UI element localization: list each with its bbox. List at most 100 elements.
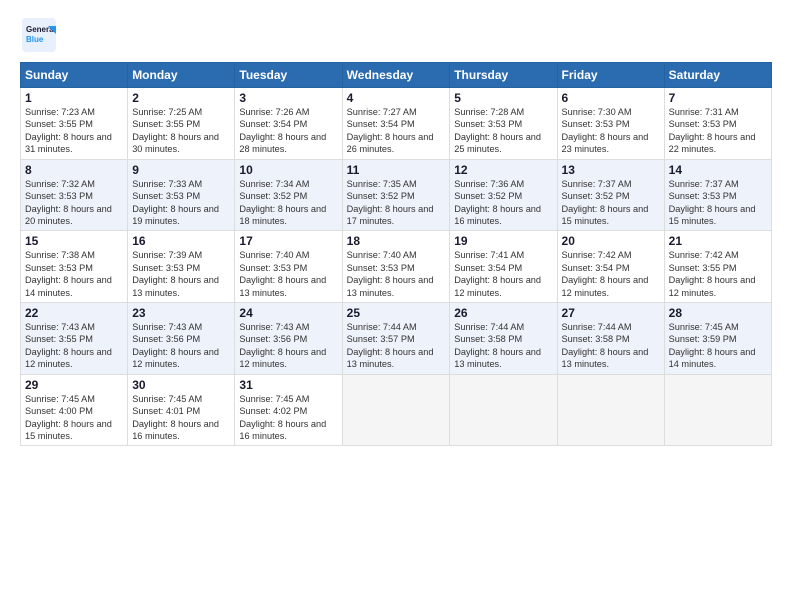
day-number: 9 [132, 163, 230, 177]
day-number: 16 [132, 234, 230, 248]
calendar-cell [342, 374, 450, 446]
day-number: 2 [132, 91, 230, 105]
day-number: 18 [347, 234, 446, 248]
calendar-cell: 12 Sunrise: 7:36 AMSunset: 3:52 PMDaylig… [450, 159, 557, 231]
calendar-cell: 30 Sunrise: 7:45 AMSunset: 4:01 PMDaylig… [128, 374, 235, 446]
day-number: 11 [347, 163, 446, 177]
day-number: 24 [239, 306, 337, 320]
day-number: 3 [239, 91, 337, 105]
calendar-cell: 5 Sunrise: 7:28 AMSunset: 3:53 PMDayligh… [450, 88, 557, 160]
day-number: 29 [25, 378, 123, 392]
cell-info: Sunrise: 7:45 AMSunset: 4:02 PMDaylight:… [239, 394, 326, 441]
cell-info: Sunrise: 7:28 AMSunset: 3:53 PMDaylight:… [454, 107, 541, 154]
calendar-cell: 17 Sunrise: 7:40 AMSunset: 3:53 PMDaylig… [235, 231, 342, 303]
day-number: 20 [562, 234, 660, 248]
cell-info: Sunrise: 7:44 AMSunset: 3:58 PMDaylight:… [454, 322, 541, 369]
day-number: 28 [669, 306, 767, 320]
day-number: 23 [132, 306, 230, 320]
cell-info: Sunrise: 7:37 AMSunset: 3:53 PMDaylight:… [669, 179, 756, 226]
cell-info: Sunrise: 7:30 AMSunset: 3:53 PMDaylight:… [562, 107, 649, 154]
day-number: 5 [454, 91, 552, 105]
calendar-cell: 15 Sunrise: 7:38 AMSunset: 3:53 PMDaylig… [21, 231, 128, 303]
calendar-cell: 14 Sunrise: 7:37 AMSunset: 3:53 PMDaylig… [664, 159, 771, 231]
cell-info: Sunrise: 7:33 AMSunset: 3:53 PMDaylight:… [132, 179, 219, 226]
calendar-table: SundayMondayTuesdayWednesdayThursdayFrid… [20, 62, 772, 446]
cell-info: Sunrise: 7:43 AMSunset: 3:56 PMDaylight:… [132, 322, 219, 369]
calendar-cell: 26 Sunrise: 7:44 AMSunset: 3:58 PMDaylig… [450, 303, 557, 375]
calendar-cell: 25 Sunrise: 7:44 AMSunset: 3:57 PMDaylig… [342, 303, 450, 375]
cell-info: Sunrise: 7:35 AMSunset: 3:52 PMDaylight:… [347, 179, 434, 226]
day-header-sunday: Sunday [21, 63, 128, 88]
cell-info: Sunrise: 7:36 AMSunset: 3:52 PMDaylight:… [454, 179, 541, 226]
calendar-cell [557, 374, 664, 446]
day-number: 31 [239, 378, 337, 392]
day-number: 6 [562, 91, 660, 105]
cell-info: Sunrise: 7:34 AMSunset: 3:52 PMDaylight:… [239, 179, 326, 226]
calendar-cell [450, 374, 557, 446]
cell-info: Sunrise: 7:42 AMSunset: 3:54 PMDaylight:… [562, 250, 649, 297]
header: General Blue [20, 16, 772, 54]
cell-info: Sunrise: 7:45 AMSunset: 4:01 PMDaylight:… [132, 394, 219, 441]
day-number: 27 [562, 306, 660, 320]
cell-info: Sunrise: 7:23 AMSunset: 3:55 PMDaylight:… [25, 107, 112, 154]
calendar-cell [664, 374, 771, 446]
calendar-cell: 10 Sunrise: 7:34 AMSunset: 3:52 PMDaylig… [235, 159, 342, 231]
cell-info: Sunrise: 7:27 AMSunset: 3:54 PMDaylight:… [347, 107, 434, 154]
calendar-header-row: SundayMondayTuesdayWednesdayThursdayFrid… [21, 63, 772, 88]
cell-info: Sunrise: 7:41 AMSunset: 3:54 PMDaylight:… [454, 250, 541, 297]
calendar-cell: 24 Sunrise: 7:43 AMSunset: 3:56 PMDaylig… [235, 303, 342, 375]
cell-info: Sunrise: 7:42 AMSunset: 3:55 PMDaylight:… [669, 250, 756, 297]
cell-info: Sunrise: 7:31 AMSunset: 3:53 PMDaylight:… [669, 107, 756, 154]
cell-info: Sunrise: 7:43 AMSunset: 3:55 PMDaylight:… [25, 322, 112, 369]
calendar-week-1: 1 Sunrise: 7:23 AMSunset: 3:55 PMDayligh… [21, 88, 772, 160]
calendar-week-5: 29 Sunrise: 7:45 AMSunset: 4:00 PMDaylig… [21, 374, 772, 446]
day-number: 7 [669, 91, 767, 105]
calendar-week-2: 8 Sunrise: 7:32 AMSunset: 3:53 PMDayligh… [21, 159, 772, 231]
day-header-wednesday: Wednesday [342, 63, 450, 88]
cell-info: Sunrise: 7:37 AMSunset: 3:52 PMDaylight:… [562, 179, 649, 226]
cell-info: Sunrise: 7:45 AMSunset: 3:59 PMDaylight:… [669, 322, 756, 369]
day-number: 25 [347, 306, 446, 320]
day-number: 22 [25, 306, 123, 320]
cell-info: Sunrise: 7:40 AMSunset: 3:53 PMDaylight:… [347, 250, 434, 297]
calendar-cell: 7 Sunrise: 7:31 AMSunset: 3:53 PMDayligh… [664, 88, 771, 160]
calendar-cell: 18 Sunrise: 7:40 AMSunset: 3:53 PMDaylig… [342, 231, 450, 303]
calendar-cell: 11 Sunrise: 7:35 AMSunset: 3:52 PMDaylig… [342, 159, 450, 231]
calendar-cell: 31 Sunrise: 7:45 AMSunset: 4:02 PMDaylig… [235, 374, 342, 446]
calendar-week-4: 22 Sunrise: 7:43 AMSunset: 3:55 PMDaylig… [21, 303, 772, 375]
day-number: 15 [25, 234, 123, 248]
calendar-cell: 16 Sunrise: 7:39 AMSunset: 3:53 PMDaylig… [128, 231, 235, 303]
day-header-thursday: Thursday [450, 63, 557, 88]
cell-info: Sunrise: 7:45 AMSunset: 4:00 PMDaylight:… [25, 394, 112, 441]
calendar-cell: 27 Sunrise: 7:44 AMSunset: 3:58 PMDaylig… [557, 303, 664, 375]
cell-info: Sunrise: 7:40 AMSunset: 3:53 PMDaylight:… [239, 250, 326, 297]
cell-info: Sunrise: 7:43 AMSunset: 3:56 PMDaylight:… [239, 322, 326, 369]
calendar-cell: 2 Sunrise: 7:25 AMSunset: 3:55 PMDayligh… [128, 88, 235, 160]
day-header-monday: Monday [128, 63, 235, 88]
day-number: 13 [562, 163, 660, 177]
calendar-cell: 3 Sunrise: 7:26 AMSunset: 3:54 PMDayligh… [235, 88, 342, 160]
cell-info: Sunrise: 7:26 AMSunset: 3:54 PMDaylight:… [239, 107, 326, 154]
calendar-cell: 29 Sunrise: 7:45 AMSunset: 4:00 PMDaylig… [21, 374, 128, 446]
page: General Blue SundayMondayTuesdayWednesda… [0, 0, 792, 612]
cell-info: Sunrise: 7:25 AMSunset: 3:55 PMDaylight:… [132, 107, 219, 154]
calendar-cell: 6 Sunrise: 7:30 AMSunset: 3:53 PMDayligh… [557, 88, 664, 160]
calendar-cell: 9 Sunrise: 7:33 AMSunset: 3:53 PMDayligh… [128, 159, 235, 231]
cell-info: Sunrise: 7:38 AMSunset: 3:53 PMDaylight:… [25, 250, 112, 297]
day-number: 14 [669, 163, 767, 177]
day-number: 30 [132, 378, 230, 392]
calendar-cell: 1 Sunrise: 7:23 AMSunset: 3:55 PMDayligh… [21, 88, 128, 160]
day-header-friday: Friday [557, 63, 664, 88]
cell-info: Sunrise: 7:44 AMSunset: 3:57 PMDaylight:… [347, 322, 434, 369]
calendar-cell: 23 Sunrise: 7:43 AMSunset: 3:56 PMDaylig… [128, 303, 235, 375]
day-number: 19 [454, 234, 552, 248]
day-header-tuesday: Tuesday [235, 63, 342, 88]
calendar-cell: 22 Sunrise: 7:43 AMSunset: 3:55 PMDaylig… [21, 303, 128, 375]
day-number: 21 [669, 234, 767, 248]
day-number: 8 [25, 163, 123, 177]
calendar-cell: 28 Sunrise: 7:45 AMSunset: 3:59 PMDaylig… [664, 303, 771, 375]
calendar-cell: 20 Sunrise: 7:42 AMSunset: 3:54 PMDaylig… [557, 231, 664, 303]
calendar-cell: 4 Sunrise: 7:27 AMSunset: 3:54 PMDayligh… [342, 88, 450, 160]
logo: General Blue [20, 16, 58, 54]
calendar-cell: 13 Sunrise: 7:37 AMSunset: 3:52 PMDaylig… [557, 159, 664, 231]
